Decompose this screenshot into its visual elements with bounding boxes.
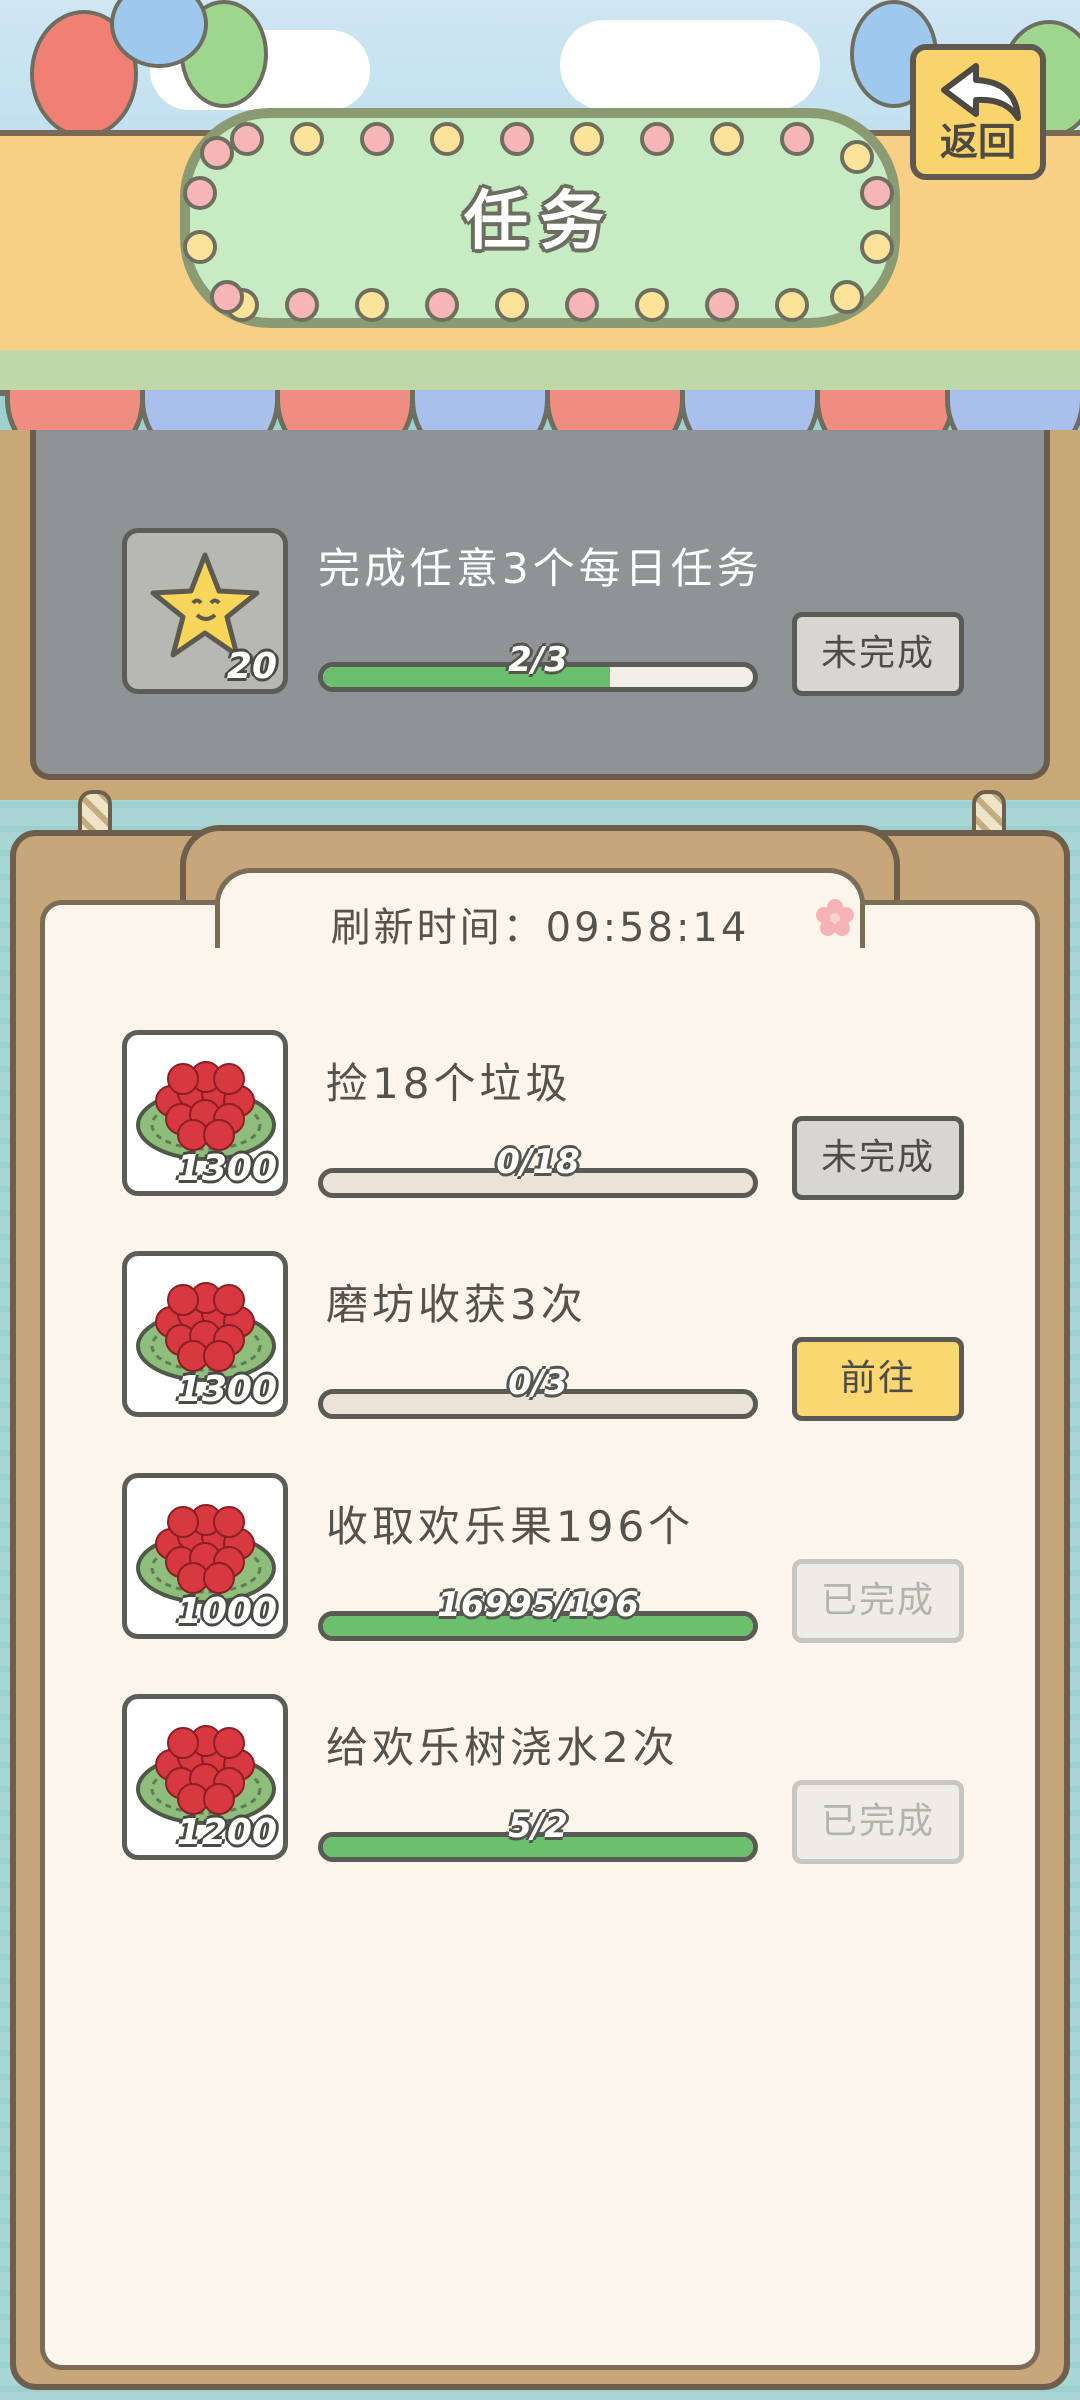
task-status-button[interactable]: 未完成 xyxy=(792,1116,964,1200)
back-button[interactable]: 返回 xyxy=(910,44,1046,180)
marquee-bulb xyxy=(705,288,739,322)
marquee-bulb xyxy=(775,288,809,322)
task-status-button[interactable]: 前往 xyxy=(792,1337,964,1421)
marquee-bulb xyxy=(230,122,264,156)
task-reward-count: 1200 xyxy=(176,1812,277,1853)
cloud xyxy=(560,20,820,110)
task-reward-tile: 1000 xyxy=(122,1473,288,1639)
task-name: 收取欢乐果196个 xyxy=(326,1502,695,1551)
task-name: 捡18个垃圾 xyxy=(326,1059,572,1108)
task-reward-count: 1300 xyxy=(176,1369,277,1410)
task-progress-text: 16995/196 xyxy=(437,1585,639,1625)
marquee-bulb xyxy=(830,280,864,314)
marquee-bulb xyxy=(640,122,674,156)
marquee-bulb xyxy=(500,122,534,156)
page-title: 任务 xyxy=(464,185,616,259)
task-name: 给欢乐树浇水2次 xyxy=(326,1723,679,1772)
task-reward-tile: 1300 xyxy=(122,1251,288,1417)
marquee-bulb xyxy=(840,140,874,174)
task-progress-text: 0/18 xyxy=(496,1142,580,1182)
weekly-task-name: 完成任意3个每日任务 xyxy=(318,544,763,593)
marquee-bulb xyxy=(635,288,669,322)
marquee-bulb xyxy=(355,288,389,322)
task-reward-count: 1000 xyxy=(176,1591,277,1632)
weekly-reward-tile: 20 xyxy=(122,528,288,694)
flower-icon xyxy=(816,899,854,936)
task-reward-tile: 1200 xyxy=(122,1694,288,1860)
marquee-bulb xyxy=(200,136,234,170)
marquee-bulb xyxy=(495,288,529,322)
marquee-bulb xyxy=(285,288,319,322)
marquee-bulb xyxy=(430,122,464,156)
weekly-status-button[interactable]: 未完成 xyxy=(792,612,964,696)
refresh-timer: 刷新时间：09:58:14 xyxy=(330,905,750,951)
task-reward-tile: 1300 xyxy=(122,1030,288,1196)
marquee-bulb xyxy=(210,280,244,314)
task-name: 磨坊收获3次 xyxy=(326,1280,587,1329)
weekly-reward-count: 20 xyxy=(226,646,277,687)
task-progress-text: 0/3 xyxy=(508,1363,568,1403)
task-reward-count: 1300 xyxy=(176,1148,277,1189)
marquee-bulb xyxy=(425,288,459,322)
task-progress-text: 5/2 xyxy=(508,1806,568,1846)
task-status-button: 已完成 xyxy=(792,1559,964,1643)
marquee-bulb xyxy=(290,122,324,156)
task-status-button: 已完成 xyxy=(792,1780,964,1864)
marquee-bulb xyxy=(710,122,744,156)
marquee-bulb xyxy=(780,122,814,156)
marquee-bulb xyxy=(570,122,604,156)
marquee-bulb xyxy=(360,122,394,156)
weekly-progress-text: 2/3 xyxy=(508,640,568,680)
back-button-label: 返回 xyxy=(939,120,1016,164)
marquee-bulb xyxy=(565,288,599,322)
